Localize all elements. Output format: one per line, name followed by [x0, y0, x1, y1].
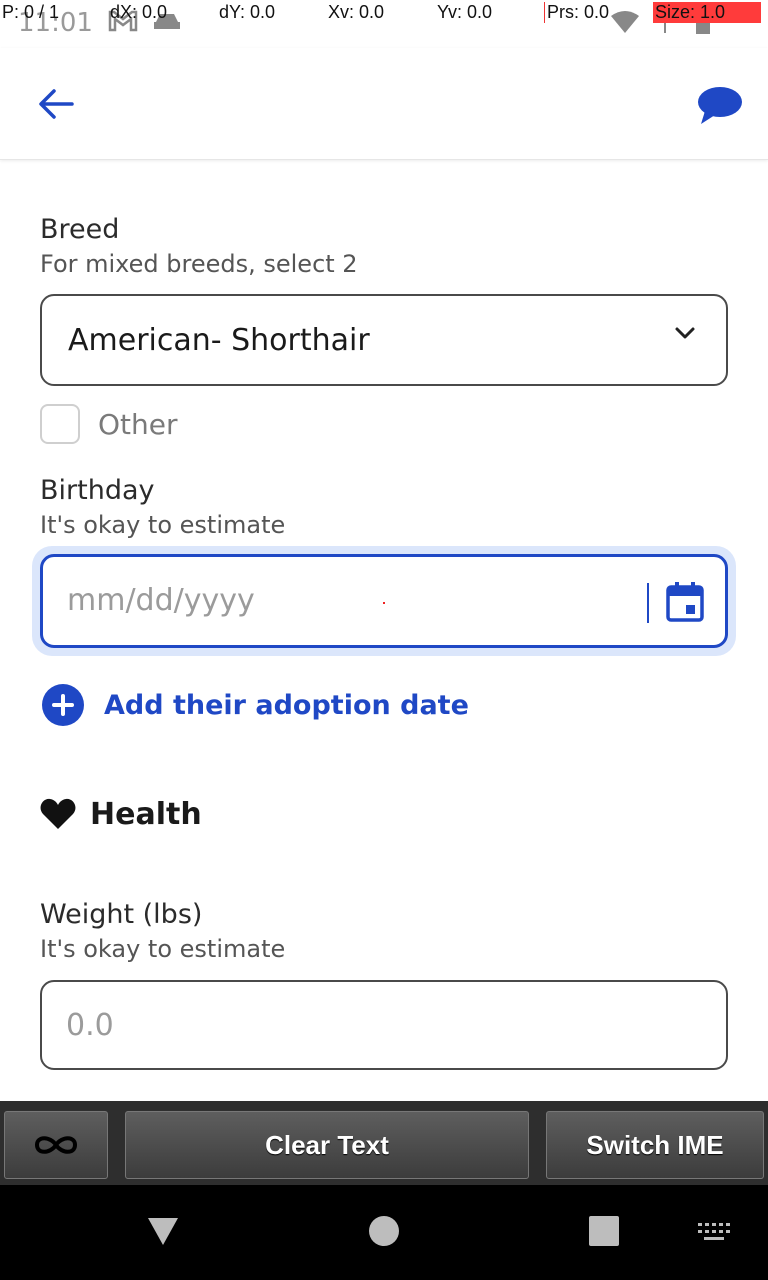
health-section-title: Health: [90, 796, 202, 832]
back-button[interactable]: [30, 80, 82, 128]
touch-point-marker: [383, 602, 385, 604]
overlay-prs: Prs: 0.0: [544, 2, 609, 23]
birthday-placeholder: mm/dd/yyyy: [67, 583, 255, 618]
clear-text-button[interactable]: Clear Text: [125, 1111, 529, 1179]
weight-input[interactable]: 0.0: [40, 980, 728, 1070]
breed-selected-value: American- Shorthair: [68, 322, 370, 358]
switch-ime-button[interactable]: Switch IME: [546, 1111, 764, 1179]
pointer-overlay: P: 0 / 1 dX: 0.0 dY: 0.0 Xv: 0.0 Yv: 0.0…: [0, 0, 768, 26]
navigation-bar: [0, 1185, 768, 1280]
overlay-yv: Yv: 0.0: [437, 2, 493, 22]
breed-label: Breed: [40, 214, 120, 245]
chat-bubble-icon: [698, 87, 742, 124]
birthday-date-input[interactable]: mm/dd/yyyy: [40, 554, 728, 648]
add-adoption-date-button[interactable]: Add their adoption date: [42, 684, 469, 726]
calendar-icon[interactable]: [665, 581, 705, 623]
overlay-xv: Xv: 0.0: [328, 2, 385, 22]
health-section-header: Health: [40, 794, 202, 834]
weight-label: Weight (lbs): [40, 899, 203, 930]
breed-hint: For mixed breeds, select 2: [40, 250, 358, 278]
square-recents-icon: [589, 1216, 619, 1246]
weight-hint: It's okay to estimate: [40, 935, 286, 963]
circle-home-icon: [369, 1216, 399, 1246]
overlay-size: Size: 1.0: [653, 2, 762, 23]
overlay-dy: dY: 0.0: [219, 2, 276, 22]
ime-toolbar: Clear Text Switch IME: [0, 1101, 768, 1185]
add-adoption-date-label: Add their adoption date: [104, 689, 469, 721]
arrow-left-icon: [39, 89, 74, 119]
plus-circle-icon: [42, 684, 84, 726]
chevron-down-icon: [675, 327, 695, 339]
chat-button[interactable]: [692, 80, 748, 130]
other-checkbox-row[interactable]: Other: [40, 404, 178, 444]
other-checkbox-label: Other: [98, 407, 178, 441]
infinity-button[interactable]: [4, 1111, 108, 1179]
other-checkbox[interactable]: [40, 404, 80, 444]
breed-select[interactable]: American- Shorthair: [40, 294, 728, 386]
app-bar: [0, 48, 768, 160]
nav-keyboard-button[interactable]: [692, 1217, 736, 1247]
nav-home-button[interactable]: [364, 1211, 404, 1251]
overlay-p: P: 0 / 1: [2, 2, 60, 22]
keyboard-icon: [698, 1223, 730, 1240]
heart-icon: [40, 798, 76, 829]
birthday-label: Birthday: [40, 475, 155, 506]
triangle-back-icon: [148, 1218, 178, 1245]
birthday-hint: It's okay to estimate: [40, 511, 286, 539]
infinity-icon: [34, 1136, 78, 1154]
text-cursor: [647, 583, 649, 623]
weight-placeholder: 0.0: [66, 1008, 114, 1043]
nav-recents-button[interactable]: [584, 1211, 624, 1251]
nav-back-button[interactable]: [140, 1211, 186, 1251]
overlay-dx: dX: 0.0: [110, 2, 168, 22]
